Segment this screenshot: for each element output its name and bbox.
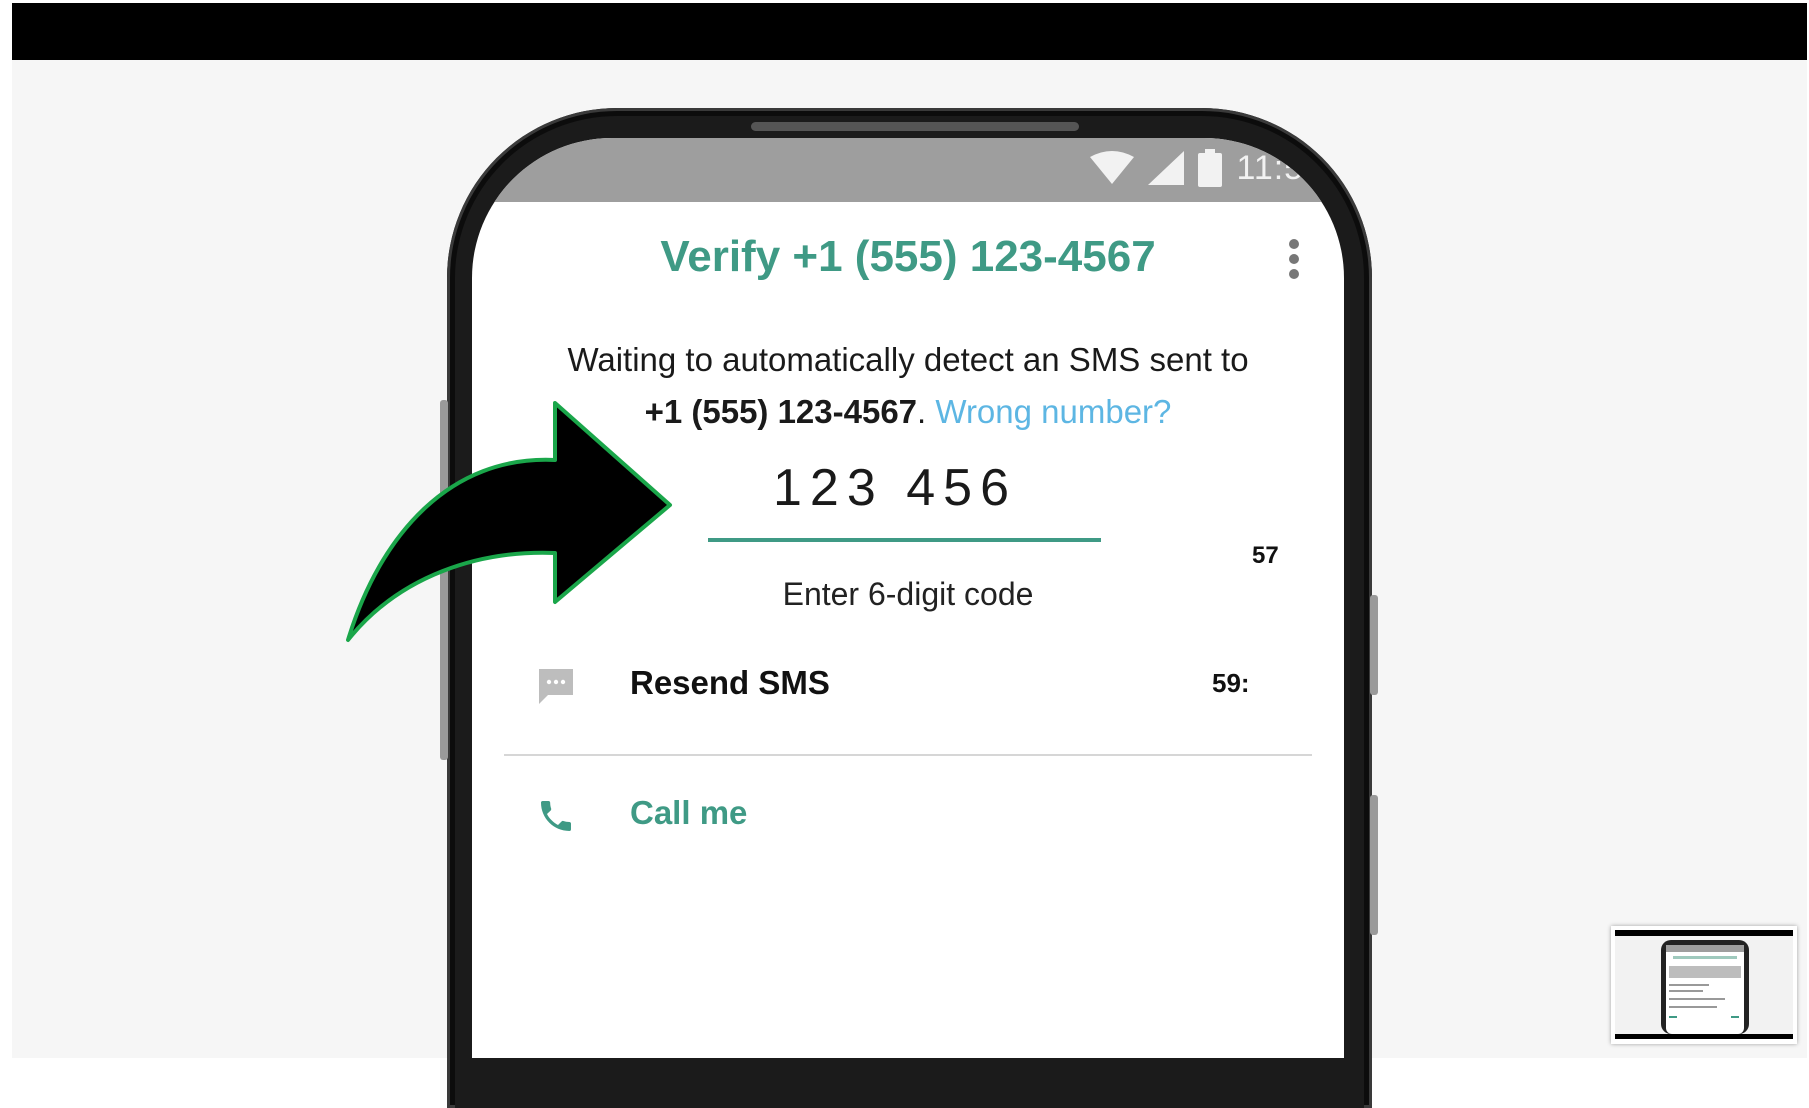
status-clock: 11:50 [1236,148,1324,187]
message-icon [539,669,573,704]
thumbnail-image [1611,926,1797,1044]
status-icons: 11:50 [1090,148,1324,188]
top-black-bar [12,3,1807,60]
resend-sms-label: Resend SMS [630,664,830,701]
phone-icon [541,801,571,831]
wifi-icon [1090,151,1135,184]
code-counter: 57 [1252,542,1279,569]
battery-icon [1198,149,1223,187]
status-bar: 11:50 [472,138,1344,202]
code-underline [708,538,1101,542]
resend-sms-row[interactable]: Resend SMS 59: [472,646,1344,726]
page-title: Verify +1 (555) 123-4567 [660,232,1156,281]
call-me-label: Call me [630,794,748,831]
code-input[interactable]: 123 456 [700,458,1090,530]
phone-power-button [1370,595,1378,695]
arrow-icon [346,401,672,642]
phone-volume-button [1370,795,1378,935]
wrong-number-link[interactable]: Wrong number? [935,393,1171,430]
period-text: . [917,393,927,430]
description-line1: Waiting to automatically detect an SMS s… [567,341,1249,378]
preview-thumbnail[interactable] [1611,926,1797,1044]
signal-icon [1148,151,1185,185]
resend-timer: 59: [1212,668,1250,698]
phone-speaker [751,122,1079,131]
divider [504,754,1312,756]
more-vert-icon[interactable] [1288,238,1300,280]
call-me-row[interactable]: Call me [472,776,1344,856]
